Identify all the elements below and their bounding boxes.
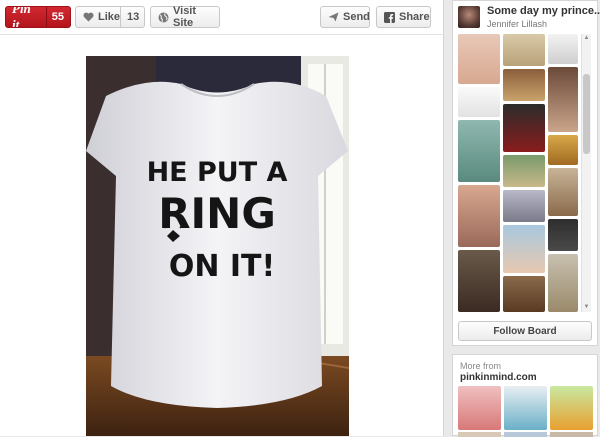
board-thumbnail[interactable] [503,190,545,222]
board-thumbnail[interactable] [458,185,500,247]
board-thumbnail[interactable] [503,276,545,312]
board-thumbnail[interactable] [503,155,545,187]
scrollbar-thumb[interactable] [583,74,590,154]
board-thumbnail[interactable] [503,69,545,101]
scroll-down-icon[interactable]: ▼ [582,303,591,312]
scroll-up-icon[interactable]: ▲ [582,34,591,43]
more-thumbnail[interactable] [458,386,501,430]
board-thumbnail[interactable] [503,34,545,66]
follow-board-button[interactable]: Follow Board [458,321,592,341]
send-label: Send [343,11,370,23]
board-thumbnail[interactable] [548,219,578,251]
send-arrow-icon [328,12,339,22]
board-thumbnail[interactable] [458,250,500,312]
board-header[interactable]: Some day my prince... Jennifer Lillash [453,1,600,33]
visit-site-button[interactable]: Visit Site [150,5,220,29]
board-thumbnail[interactable] [458,34,500,84]
board-owner[interactable]: Jennifer Lillash [487,19,547,29]
board-thumbnail[interactable] [548,67,578,132]
shirt-line-1: HE PUT A [147,157,288,188]
more-from-panel: More from pinkinmind.com [452,354,598,437]
avatar[interactable] [458,6,480,28]
board-thumbnail[interactable] [458,120,500,182]
pin-it-button[interactable]: Pin it 55 [5,6,71,28]
board-thumbnail[interactable] [548,254,578,312]
like-count: 13 [120,7,145,27]
board-thumbnail[interactable] [503,104,545,152]
more-thumbnail[interactable] [458,432,501,437]
board-panel: Some day my prince... Jennifer Lillash ▲… [452,0,600,346]
like-button[interactable]: Like 13 [75,6,145,28]
more-thumbnail[interactable] [550,432,593,437]
globe-icon [158,12,169,23]
share-button[interactable]: Share [376,6,431,28]
board-scrollbar[interactable]: ▲ ▼ [581,34,591,312]
board-thumbnail[interactable] [548,168,578,216]
share-label: Share [399,11,430,23]
shirt-line-3: ON IT! [169,249,275,284]
more-thumbnail[interactable] [504,386,547,430]
more-from-label: More from [460,361,502,371]
pin-it-label: Pin it [6,7,47,27]
shirt-line-2: RING [158,189,276,238]
pin-image[interactable]: HE PUT A RING ON IT! [86,56,349,436]
pin-count: 55 [51,11,64,23]
board-thumbnails [458,34,578,312]
board-thumbnail[interactable] [548,34,578,64]
like-label: Like [98,11,121,23]
send-button[interactable]: Send [320,6,370,28]
board-thumbnail[interactable] [548,135,578,165]
pin-card: Pin it 55 Like 13 Visit Site Send Share … [0,0,444,436]
visit-site-label: Visit Site [173,5,197,29]
board-title[interactable]: Some day my prince... [487,5,600,17]
more-thumbnail[interactable] [504,432,547,437]
board-thumbnail[interactable] [503,225,545,273]
heart-icon [83,12,94,22]
pin-toolbar: Pin it 55 Like 13 Visit Site Send Share [0,0,443,35]
facebook-icon [384,11,395,23]
more-from-domain[interactable]: pinkinmind.com [460,372,537,383]
board-thumbnail[interactable] [458,87,500,117]
more-thumbnail[interactable] [550,386,593,430]
